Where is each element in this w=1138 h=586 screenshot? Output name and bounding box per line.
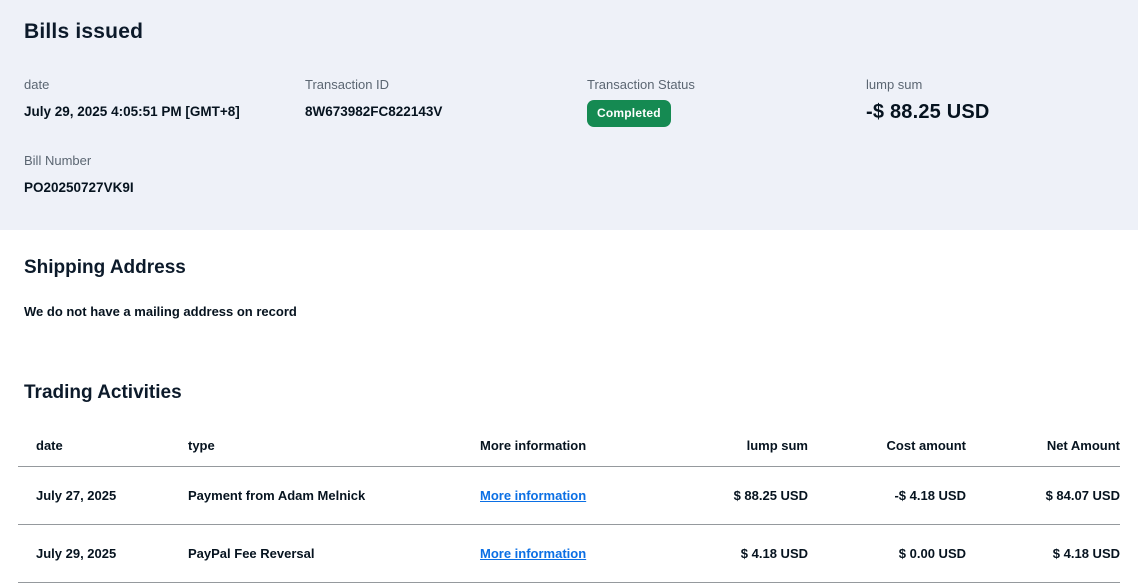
cell-net-amount: $ 84.07 USD — [1045, 488, 1120, 503]
column-header-net-amount: Net Amount — [1046, 437, 1120, 453]
shipping-address-section: Shipping Address We do not have a mailin… — [0, 230, 1138, 319]
field-date-label: date — [24, 77, 50, 92]
field-lump-sum-value: -$ 88.25 USD — [866, 101, 990, 123]
field-date-value: July 29, 2025 4:05:51 PM [GMT+8] — [24, 104, 240, 119]
cell-lump-sum: $ 4.18 USD — [740, 546, 808, 561]
cell-cost-amount: -$ 4.18 USD — [894, 488, 966, 503]
field-bill-number-value: PO20250727VK9I — [24, 180, 134, 195]
shipping-address-message: We do not have a mailing address on reco… — [24, 304, 297, 319]
field-bill-number-label: Bill Number — [24, 153, 92, 168]
field-bill-number: Bill Number PO20250727VK9I — [24, 153, 305, 195]
field-transaction-status-label: Transaction Status — [587, 77, 695, 92]
summary-band: Bills issued date July 29, 2025 4:05:51 … — [0, 0, 1138, 230]
field-transaction-status: Transaction Status Completed — [587, 77, 866, 127]
field-lump-sum: lump sum -$ 88.25 USD — [866, 77, 1114, 127]
trading-activities-section: Trading Activities — [0, 382, 1138, 404]
field-transaction-id-value: 8W673982FC822143V — [305, 104, 443, 119]
shipping-address-title: Shipping Address — [24, 257, 186, 278]
field-lump-sum-label: lump sum — [866, 77, 923, 92]
field-date: date July 29, 2025 4:05:51 PM [GMT+8] — [24, 77, 305, 127]
cell-type: PayPal Fee Reversal — [188, 546, 315, 561]
more-information-link[interactable]: More information — [480, 546, 586, 561]
cell-cost-amount: $ 0.00 USD — [898, 546, 966, 561]
column-header-type: type — [188, 437, 215, 453]
status-badge: Completed — [587, 100, 671, 127]
page-title: Bills issued — [24, 20, 144, 43]
field-transaction-id: Transaction ID 8W673982FC822143V — [305, 77, 587, 127]
cell-date: July 29, 2025 — [36, 546, 117, 561]
column-header-cost-amount: Cost amount — [886, 437, 966, 453]
trading-activities-title: Trading Activities — [24, 382, 182, 403]
cell-type: Payment from Adam Melnick — [188, 488, 366, 503]
table-row: July 27, 2025 Payment from Adam Melnick … — [18, 467, 1120, 525]
cell-lump-sum: $ 88.25 USD — [733, 488, 808, 503]
more-information-link[interactable]: More information — [480, 488, 586, 503]
cell-net-amount: $ 4.18 USD — [1052, 546, 1120, 561]
summary-fields-row-2: Bill Number PO20250727VK9I — [24, 153, 1114, 195]
trading-activities-table: date type More information lump sum Cost… — [18, 424, 1120, 583]
cell-date: July 27, 2025 — [36, 488, 117, 503]
column-header-date: date — [36, 437, 63, 453]
column-header-lump-sum: lump sum — [746, 437, 808, 453]
table-row: July 29, 2025 PayPal Fee Reversal More i… — [18, 525, 1120, 583]
table-header-row: date type More information lump sum Cost… — [18, 424, 1120, 467]
column-header-more-information: More information — [480, 437, 587, 453]
field-transaction-id-label: Transaction ID — [305, 77, 390, 92]
summary-fields-row: date July 29, 2025 4:05:51 PM [GMT+8] Tr… — [24, 77, 1114, 127]
